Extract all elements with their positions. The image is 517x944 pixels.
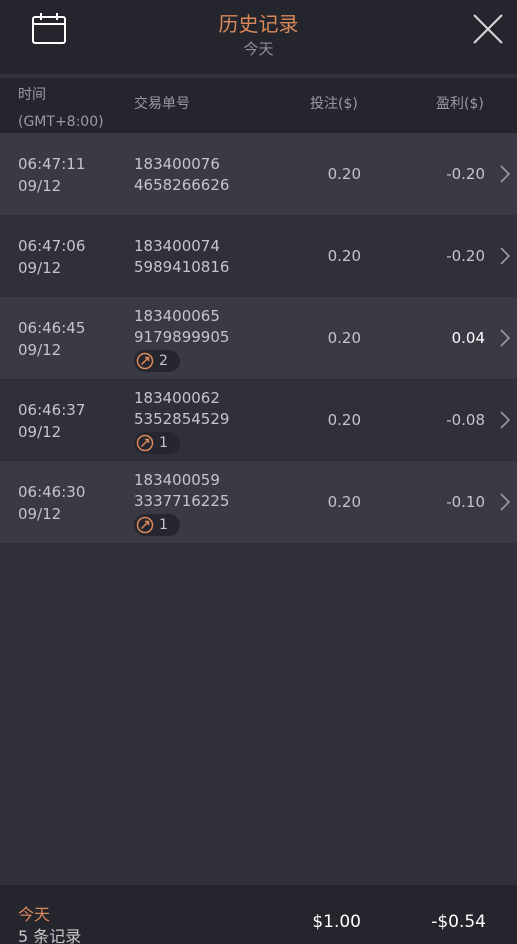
chevron-right-icon	[500, 165, 511, 183]
summary-total-profit: -$0.54	[431, 912, 486, 932]
chevron-right-icon	[500, 247, 511, 265]
history-row[interactable]: 06:46:45 09/12 183400065 9179899905 2 0.…	[0, 297, 517, 379]
history-screen: 历史记录 今天 时间 (GMT+8:00) 交易单号 投注($) 盈利($) 0…	[0, 0, 517, 944]
page-title: 历史记录	[218, 12, 299, 36]
date-filter-label[interactable]: 今天	[0, 38, 517, 59]
history-row[interactable]: 06:47:11 09/12 183400076 4658266626 0.20…	[0, 133, 517, 215]
row-profit: 0.04	[451, 329, 485, 347]
history-row[interactable]: 06:46:37 09/12 183400062 5352854529 1 0.…	[0, 379, 517, 461]
free-spin-count: 1	[159, 516, 168, 533]
free-spin-badge: 1	[134, 432, 180, 454]
row-profit: -0.20	[446, 165, 485, 183]
free-spin-badge: 1	[134, 514, 180, 536]
free-spin-badge: 2	[134, 350, 180, 372]
chevron-right-icon	[500, 411, 511, 429]
chevron-right-icon	[500, 493, 511, 511]
row-order-no-part1: 183400062	[134, 389, 220, 407]
row-profit: -0.20	[446, 247, 485, 265]
column-profit: 盈利($)	[436, 96, 484, 112]
column-header: 时间 (GMT+8:00) 交易单号 投注($) 盈利($)	[0, 78, 517, 133]
column-bet: 投注($)	[310, 96, 358, 112]
row-profit: -0.10	[446, 493, 485, 511]
history-row[interactable]: 06:47:06 09/12 183400074 5989410816 0.20…	[0, 215, 517, 297]
row-order-no-part1: 183400065	[134, 307, 220, 325]
chevron-right-icon	[500, 329, 511, 347]
close-icon[interactable]	[470, 11, 506, 47]
free-spin-icon	[136, 352, 154, 370]
column-time-zone: (GMT+8:00)	[18, 114, 104, 130]
free-spin-icon	[136, 434, 154, 452]
free-spin-count: 2	[159, 352, 168, 369]
header: 历史记录 今天	[0, 0, 517, 74]
column-order-no: 交易单号	[134, 96, 190, 112]
column-time: 时间 (GMT+8:00)	[18, 82, 104, 136]
free-spin-icon	[136, 516, 154, 534]
history-row[interactable]: 06:46:30 09/12 183400059 3337716225 1 0.…	[0, 461, 517, 543]
row-profit: -0.08	[446, 411, 485, 429]
history-list: 06:47:11 09/12 183400076 4658266626 0.20…	[0, 133, 517, 543]
summary-footer: 今天 5 条记录 $1.00 -$0.54	[0, 885, 517, 944]
column-time-label: 时间	[18, 87, 46, 103]
row-order-no-part1: 183400059	[134, 471, 220, 489]
free-spin-count: 1	[159, 434, 168, 451]
